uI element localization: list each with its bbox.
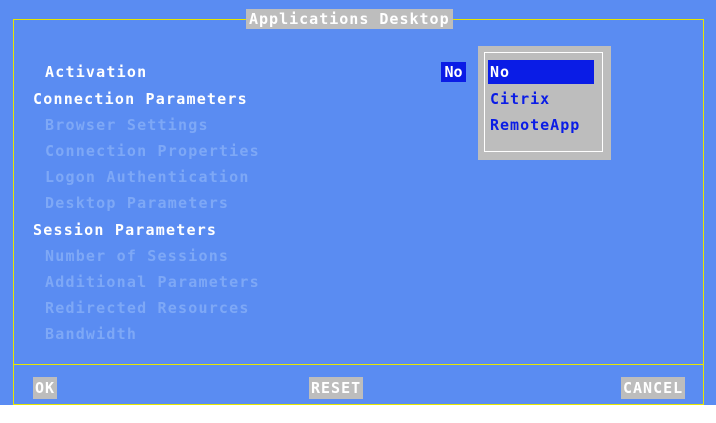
- ok-button[interactable]: OK: [33, 377, 58, 399]
- menu-item-additional-parameters[interactable]: Additional Parameters: [45, 272, 260, 292]
- menu-item-connection-properties[interactable]: Connection Properties: [45, 141, 260, 161]
- section-connection-parameters: Connection Parameters: [33, 90, 248, 108]
- screen: Applications Desktop Activation Connecti…: [0, 0, 716, 423]
- menu-item-browser-settings[interactable]: Browser Settings: [45, 115, 209, 135]
- section-session-parameters: Session Parameters: [33, 221, 218, 239]
- menu-item-number-of-sessions[interactable]: Number of Sessions: [45, 246, 229, 266]
- menu-item-redirected-resources[interactable]: Redirected Resources: [45, 298, 250, 318]
- menu-item-activation[interactable]: Activation: [45, 62, 147, 82]
- button-separator: [13, 364, 704, 365]
- menu-item-desktop-parameters[interactable]: Desktop Parameters: [45, 193, 229, 213]
- activation-value-field[interactable]: No: [441, 62, 466, 82]
- dialog-panel: Applications Desktop Activation Connecti…: [0, 0, 716, 405]
- dialog-title: Applications Desktop: [246, 9, 453, 29]
- reset-button[interactable]: RESET: [309, 377, 364, 399]
- dropdown-option-no[interactable]: No: [488, 60, 594, 84]
- activation-dropdown: No Citrix RemoteApp: [478, 46, 611, 160]
- menu-item-logon-authentication[interactable]: Logon Authentication: [45, 167, 250, 187]
- dropdown-option-remoteapp[interactable]: RemoteApp: [488, 113, 600, 137]
- menu-item-bandwidth[interactable]: Bandwidth: [45, 324, 137, 344]
- cancel-button[interactable]: CANCEL: [621, 377, 686, 399]
- dropdown-option-citrix[interactable]: Citrix: [488, 87, 600, 111]
